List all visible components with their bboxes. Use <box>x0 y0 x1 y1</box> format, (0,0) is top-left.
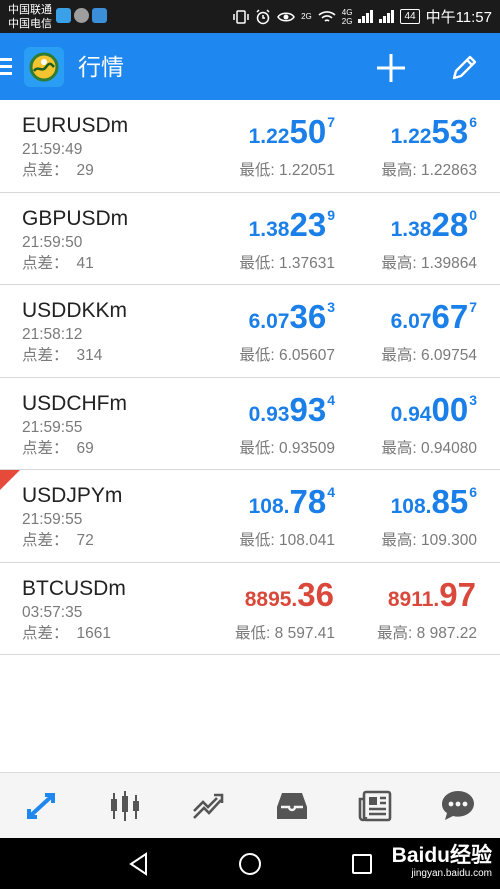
battery-indicator: 44 <box>400 9 420 24</box>
symbol-name: USDJPYm <box>22 484 123 507</box>
carrier-labels: 中国联通 中国电信 <box>8 3 52 31</box>
quote-time: 21:59:50 <box>22 233 83 251</box>
signal-icon <box>358 10 374 23</box>
spread: 点差： 69 <box>22 439 94 457</box>
add-symbol-button[interactable] <box>372 50 410 86</box>
quote-row[interactable]: USDCHFm 21:59:55 点差： 69 0.93934 0.94003 最… <box>0 378 500 470</box>
quote-time: 21:59:55 <box>22 418 83 436</box>
bid-price: 8895.36 <box>244 575 334 613</box>
carrier-1: 中国联通 <box>8 4 52 16</box>
high-price: 最高: 6.09754 <box>381 347 477 364</box>
home-icon[interactable] <box>237 851 263 877</box>
nav-trade[interactable] <box>167 773 250 838</box>
symbol-name: BTCUSDm <box>22 576 126 600</box>
ask-price: 108.856 <box>390 483 477 520</box>
quote-row[interactable]: USDDKKm 21:58:12 点差： 314 6.07363 6.07677 … <box>0 285 500 378</box>
symbol-name: GBPUSDm <box>22 206 129 230</box>
quote-row[interactable]: USDJPYm 21:59:55 点差： 72 108.784 108.856 最… <box>0 470 500 563</box>
nav-chat[interactable] <box>417 773 500 838</box>
metatrader-logo[interactable] <box>24 47 64 87</box>
watermark-url: jingyan.baidu.com <box>411 868 492 879</box>
message-app-icon <box>74 8 89 23</box>
low-price: 最低: 1.37631 <box>239 254 335 272</box>
wifi-icon <box>318 10 336 22</box>
mail-app-icon <box>92 8 107 23</box>
nav-news[interactable] <box>333 773 416 838</box>
quote-row[interactable]: GBPUSDm 21:59:50 点差： 41 1.38239 1.38280 最… <box>0 193 500 285</box>
trend-icon <box>193 793 224 819</box>
bid-price: 108.784 <box>248 483 335 520</box>
spread: 点差： 72 <box>22 532 94 549</box>
nav-history[interactable] <box>250 773 333 838</box>
high-price: 最高: 8 987.22 <box>377 624 477 642</box>
nav-chart[interactable] <box>83 773 166 838</box>
edit-icon <box>452 55 477 80</box>
carrier-2: 中国电信 <box>8 18 52 30</box>
nav-quotes[interactable] <box>0 773 83 838</box>
quote-time: 21:59:55 <box>22 511 83 528</box>
low-price: 最低: 6.05607 <box>239 347 335 364</box>
vibrate-icon <box>233 9 249 24</box>
spread: 点差： 41 <box>22 254 94 272</box>
watermark-brand: Bai⁠du经验 <box>391 844 492 867</box>
notification-icons <box>56 8 107 23</box>
recent-apps-icon[interactable] <box>349 851 375 877</box>
candlestick-icon <box>110 790 139 821</box>
low-price: 最低: 1.22051 <box>239 162 335 179</box>
symbol-name: EURUSDm <box>22 114 129 137</box>
high-price: 最高: 1.22863 <box>381 162 477 179</box>
play-app-icon <box>56 8 71 23</box>
news-icon <box>358 790 392 821</box>
spread: 点差： 29 <box>22 162 94 179</box>
clock: 中午11:57 <box>425 9 492 26</box>
spread: 点差： 1661 <box>22 624 111 642</box>
low-price: 最低: 0.93509 <box>239 439 335 457</box>
low-price: 最低: 108.041 <box>239 532 335 549</box>
ask-price: 1.38280 <box>390 205 477 243</box>
bid-price: 6.07363 <box>248 298 335 335</box>
network-type-2: 4G 2G <box>341 7 353 26</box>
high-price: 最高: 109.300 <box>381 532 477 549</box>
page-title: 行情 <box>78 54 124 80</box>
status-right: 2G 4G 2G 44 中午11:57 <box>233 0 492 33</box>
menu-icon[interactable] <box>0 58 14 76</box>
bid-price: 1.38239 <box>248 205 335 243</box>
signal-2-icon <box>379 10 395 23</box>
selection-flag <box>0 470 20 490</box>
app-bar: 行情 <box>0 33 500 100</box>
symbol-name: USDCHFm <box>22 391 127 415</box>
bid-price: 0.93934 <box>248 390 335 428</box>
chat-icon <box>442 790 475 820</box>
inbox-icon <box>276 792 307 819</box>
spread: 点差： 314 <box>22 347 103 364</box>
watermark: Bai⁠du经验 jingyan.baidu.com <box>392 844 492 880</box>
eye-icon <box>277 12 295 21</box>
network-type-1: 2G <box>301 12 312 21</box>
status-bar: 中国联通 中国电信 2G 4G 2G 44 中午11:57 <box>0 0 500 33</box>
ask-price: 0.94003 <box>390 390 477 428</box>
alarm-icon <box>256 8 270 24</box>
high-price: 最高: 0.94080 <box>381 439 477 457</box>
low-price: 最低: 8 597.41 <box>235 624 335 642</box>
quote-time: 21:59:49 <box>22 141 83 158</box>
add-icon <box>377 54 405 82</box>
symbol-name: USDDKKm <box>22 299 128 322</box>
quotes-arrows-icon <box>26 792 55 819</box>
bottom-navigation <box>0 772 500 838</box>
quote-time: 03:57:35 <box>22 603 83 621</box>
ask-price: 8911.97 <box>387 575 476 613</box>
ask-price: 6.07677 <box>390 298 477 335</box>
back-icon[interactable] <box>126 851 152 877</box>
bid-price: 1.22507 <box>248 113 335 150</box>
edit-list-button[interactable] <box>446 50 482 86</box>
high-price: 最高: 1.39864 <box>381 254 477 272</box>
quote-list: EURUSDm 21:59:49 点差： 29 1.22507 1.22536 最… <box>0 100 500 655</box>
quote-row[interactable]: EURUSDm 21:59:49 点差： 29 1.22507 1.22536 最… <box>0 100 500 193</box>
quote-time: 21:58:12 <box>22 326 83 343</box>
quote-row[interactable]: BTCUSDm 03:57:35 点差： 1661 8895.36 8911.97… <box>0 563 500 655</box>
system-navigation-bar: Bai⁠du经验 jingyan.baidu.com <box>0 838 500 889</box>
ask-price: 1.22536 <box>390 113 477 150</box>
